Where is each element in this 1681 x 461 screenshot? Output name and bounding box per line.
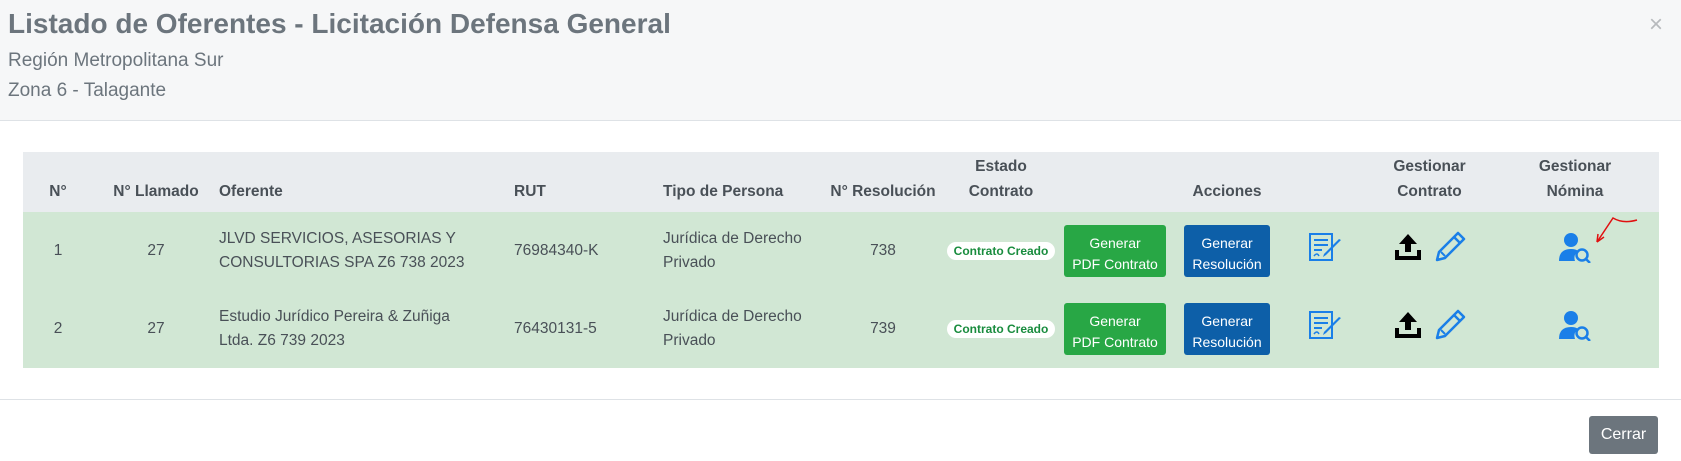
col-header-tipo: Tipo de Persona — [663, 183, 784, 200]
modal-footer: Cerrar — [0, 399, 1681, 461]
cell-estado: Contrato Creado — [943, 212, 1059, 290]
cell-estado: Contrato Creado — [943, 290, 1059, 368]
col-header-gestionar-contrato-line1: Gestionar — [1393, 158, 1466, 175]
cerrar-button[interactable]: Cerrar — [1589, 416, 1658, 454]
status-badge: Contrato Creado — [946, 242, 1056, 260]
user-search-icon[interactable] — [1558, 309, 1592, 349]
cell-oferente: Estudio Jurídico Pereira & Zuñiga Ltda. … — [219, 308, 450, 349]
col-header-gestionar-nomina-line2: Nómina — [1546, 183, 1604, 200]
generar-pdf-label-line1: Generar — [1089, 312, 1141, 329]
cell-gestionar-contrato — [1368, 290, 1491, 368]
generar-resolucion-button[interactable]: Generar Resolución — [1184, 225, 1270, 277]
cell-oferente: JLVD SERVICIOS, ASESORIAS Y CONSULTORIAS… — [219, 230, 465, 271]
cell-num: 1 — [53, 242, 63, 259]
col-header-gestionar-contrato: Gestionar Contrato — [1368, 152, 1491, 212]
generar-resolucion-label-line2: Resolución — [1192, 333, 1262, 350]
col-header-estado-line1: Estado — [975, 158, 1027, 175]
close-icon[interactable]: × — [1645, 13, 1667, 37]
generar-resolucion-button[interactable]: Generar Resolución — [1184, 303, 1270, 355]
col-header-oferente: Oferente — [219, 183, 283, 200]
cell-btn-resolucion: Generar Resolución — [1171, 212, 1283, 290]
cell-btn-pdf: Generar PDF Contrato — [1059, 290, 1171, 368]
cell-llamado: 27 — [147, 320, 165, 337]
cell-rut: 76984340-K — [514, 242, 599, 259]
cell-btn-resolucion: Generar Resolución — [1171, 290, 1283, 368]
col-header-acciones: Acciones — [1192, 183, 1262, 200]
table-row: 2 27 Estudio Jurídico Pereira & Zuñiga L… — [23, 290, 1659, 368]
modal-title: Listado de Oferentes - Licitación Defens… — [8, 8, 671, 39]
zona-subtitle: Zona 6 - Talagante — [8, 80, 167, 101]
table-header-row: N° N° Llamado Oferente RUT Tipo de Perso… — [23, 152, 1659, 212]
col-header-estado: Estado Contrato — [943, 152, 1059, 212]
cell-gestionar-nomina — [1491, 290, 1659, 368]
generar-resolucion-label-line1: Generar — [1201, 234, 1253, 251]
upload-icon[interactable] — [1393, 232, 1423, 270]
cell-num: 2 — [53, 320, 63, 337]
cell-llamado: 27 — [147, 242, 165, 259]
status-badge: Contrato Creado — [946, 320, 1056, 338]
col-header-estado-line2: Contrato — [968, 183, 1034, 200]
col-header-gestionar-nomina: Gestionar Nómina — [1491, 152, 1659, 212]
pencil-icon[interactable] — [1434, 309, 1466, 349]
cell-gestionar-nomina — [1491, 212, 1659, 290]
col-header-gestionar-nomina-line1: Gestionar — [1538, 158, 1612, 175]
upload-icon[interactable] — [1393, 310, 1423, 348]
generar-pdf-contrato-button[interactable]: Generar PDF Contrato — [1064, 303, 1166, 355]
col-header-num: N° — [49, 183, 67, 200]
col-header-llamado: N° Llamado — [113, 183, 199, 200]
oferentes-table-wrapper: N° N° Llamado Oferente RUT Tipo de Perso… — [23, 152, 1659, 368]
cell-gestionar-contrato — [1368, 212, 1491, 290]
cell-edit-doc — [1283, 290, 1368, 368]
generar-pdf-label-line1: Generar — [1089, 234, 1141, 251]
table-row: 1 27 JLVD SERVICIOS, ASESORIAS Y CONSULT… — [23, 212, 1659, 290]
user-search-icon[interactable] — [1558, 231, 1592, 271]
document-edit-icon[interactable] — [1308, 309, 1344, 349]
col-header-resolucion: N° Resolución — [830, 183, 936, 200]
document-edit-icon[interactable] — [1308, 231, 1344, 271]
generar-pdf-contrato-button[interactable]: Generar PDF Contrato — [1064, 225, 1166, 277]
cell-resolucion: 738 — [870, 242, 896, 259]
pencil-icon[interactable] — [1434, 231, 1466, 271]
generar-pdf-label-line2: PDF Contrato — [1072, 333, 1158, 350]
modal-header: Listado de Oferentes - Licitación Defens… — [0, 0, 1681, 121]
col-header-rut: RUT — [514, 183, 546, 200]
cell-tipo: Jurídica de Derecho Privado — [663, 230, 802, 271]
region-subtitle: Región Metropolitana Sur — [8, 50, 224, 71]
generar-resolucion-label-line1: Generar — [1201, 312, 1253, 329]
generar-resolucion-label-line2: Resolución — [1192, 255, 1262, 272]
oferentes-table: N° N° Llamado Oferente RUT Tipo de Perso… — [23, 152, 1659, 368]
col-header-gestionar-contrato-line2: Contrato — [1397, 183, 1462, 200]
cell-edit-doc — [1283, 212, 1368, 290]
cell-btn-pdf: Generar PDF Contrato — [1059, 212, 1171, 290]
generar-pdf-label-line2: PDF Contrato — [1072, 255, 1158, 272]
red-arrow-annotation — [1596, 216, 1638, 243]
cell-tipo: Jurídica de Derecho Privado — [663, 308, 802, 349]
cell-rut: 76430131-5 — [514, 320, 597, 337]
cell-resolucion: 739 — [870, 320, 896, 337]
